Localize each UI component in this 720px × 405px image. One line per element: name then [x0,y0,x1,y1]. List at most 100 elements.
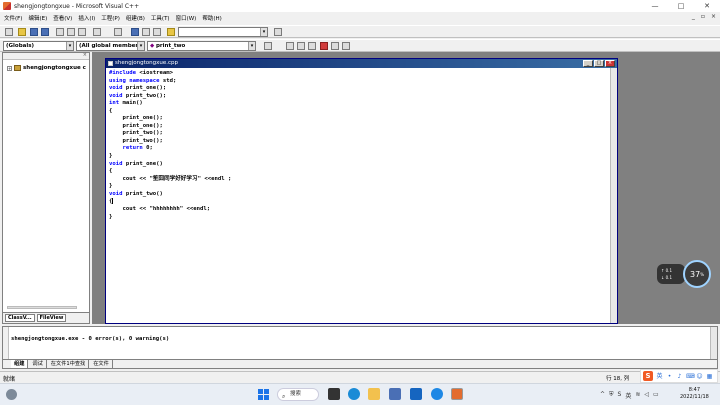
output-icon[interactable] [142,28,150,36]
weather-icon[interactable] [6,389,17,400]
close-icon[interactable]: × [83,52,87,58]
keyboard-icon[interactable]: ⌨ [686,373,695,380]
editor-minimize-button[interactable]: _ [583,60,593,67]
file-explorer-icon[interactable] [368,388,380,400]
build-icon[interactable] [297,42,305,50]
code-line: { [109,168,113,175]
tab-debug[interactable]: 调试 [29,360,47,368]
open-folder-icon[interactable] [18,28,26,36]
tab-fileview[interactable]: FileView [36,314,67,322]
visual-cpp-icon[interactable] [451,388,463,400]
output-gutter [3,327,9,360]
code-line: return 0; [122,145,153,152]
edge-icon[interactable] [348,388,360,400]
app-icon[interactable] [431,388,443,400]
clock[interactable]: 8:47 2022/11/18 [680,387,709,401]
code-line: print_one(); [122,115,163,122]
find-icon[interactable] [274,28,282,36]
text-cursor [112,198,114,205]
compile-icon[interactable] [286,42,294,50]
editor-close-button[interactable]: × [605,60,615,67]
go-icon[interactable] [331,42,339,50]
chinese-mode-icon[interactable]: 英 [656,373,663,380]
chevron-up-icon[interactable]: ^ [600,391,605,400]
menu-project[interactable]: 工程(P) [101,14,120,22]
start-icon[interactable] [258,389,269,400]
editor-maximize-button[interactable]: □ [594,60,604,67]
store-icon[interactable] [389,388,401,400]
window-list-icon[interactable] [153,28,161,36]
cpu-usage-widget[interactable]: 37% [683,260,711,288]
paste-icon[interactable] [78,28,86,36]
menu-window[interactable]: 窗口(W) [176,14,197,22]
taskbar-search[interactable]: ⌕ 搜索 [277,388,319,401]
wizard-action-icon[interactable] [264,42,272,50]
punctuation-icon[interactable]: • [666,373,673,380]
maximize-button[interactable]: □ [668,0,694,12]
menu-build[interactable]: 组建(B) [126,14,145,22]
expand-icon[interactable]: + [7,65,12,71]
execute-icon[interactable] [320,42,328,50]
close-button[interactable]: ✕ [694,0,720,12]
find-combo[interactable]: ▾ [178,27,268,37]
project-tree-item[interactable]: + shengjongtongxue c [7,65,86,71]
copy-icon[interactable] [67,28,75,36]
stop-build-icon[interactable] [308,42,316,50]
workspace-scrollbar[interactable] [7,306,77,309]
menu-view[interactable]: 查看(V) [53,14,72,22]
find-in-files-icon[interactable] [167,28,175,36]
cut-icon[interactable] [56,28,64,36]
class-combo[interactable]: (Globals) ▾ [3,41,74,51]
minimize-button[interactable]: — [642,0,668,12]
menu-tools[interactable]: 工具(T) [151,14,170,22]
volume-icon[interactable]: ◁ [644,391,649,400]
task-view-icon[interactable] [328,388,340,400]
menu-insert[interactable]: 插入(I) [78,14,95,22]
tab-find-in-files-2[interactable]: 在文件 [90,360,113,368]
save-all-icon[interactable] [41,28,49,36]
tab-classview[interactable]: ClassV... [5,314,35,322]
project-icon [14,65,21,71]
cpu-usage-value: 37 [690,269,701,279]
battery-icon[interactable]: ▭ [653,391,659,400]
editor-scrollbar[interactable] [610,68,617,323]
undo-icon[interactable] [93,28,101,36]
menu-file[interactable]: 文件(F) [4,14,22,22]
redo-icon[interactable] [114,28,122,36]
wifi-icon[interactable]: ≋ [635,391,640,400]
microphone-icon[interactable]: ♪ [676,373,683,380]
code-line: cout << "hhhhhhhh" <<endl; [122,206,211,213]
shield-icon[interactable]: ⛨ [609,391,614,400]
members-combo[interactable]: (All global member ▾ [76,41,145,51]
save-icon[interactable] [30,28,38,36]
class-combo-value: (Globals) [6,43,35,49]
mdi-minimize-button[interactable]: _ [692,13,695,20]
code-line: } [109,153,113,160]
ime-toolbar[interactable]: S 英 • ♪ ⌨ ☺ ▦ [640,369,718,383]
menu-help[interactable]: 帮助(H) [202,14,221,22]
chevron-down-icon: ▾ [137,42,144,50]
workspace-icon[interactable] [131,28,139,36]
network-speed-widget[interactable]: ↑ 0.1 ↓ 0.1 [657,264,685,284]
workspace-panel: × + shengjongtongxue c ClassV... FileVie… [2,52,90,324]
breakpoint-icon[interactable] [342,42,350,50]
mdi-restore-button[interactable]: ▫ [701,13,705,20]
menu-edit[interactable]: 编辑(E) [28,14,47,22]
chevron-down-icon: ▾ [248,42,255,50]
skin-icon[interactable]: ☺ [696,373,703,380]
menu-grid-icon[interactable]: ▦ [706,373,713,380]
function-combo[interactable]: ◆ print_two ▾ [147,41,256,51]
mdi-close-button[interactable]: × [711,13,716,20]
editor-title: shengjongtongxue.cpp [115,60,178,66]
ime-tray-icon[interactable]: 英 [625,391,631,400]
new-file-icon[interactable] [5,28,13,36]
sogou-tray-icon[interactable]: S [618,391,622,400]
status-bar: 就绪 行 18, 列 [0,371,720,383]
sogou-ime-icon[interactable]: S [643,371,653,381]
output-scrollbar[interactable] [710,327,717,360]
output-panel: shengjongtongxue.exe - 0 error(s), 0 war… [2,326,718,369]
tab-find-in-files-1[interactable]: 在文件1中查找 [48,360,90,368]
mail-icon[interactable] [410,388,422,400]
tab-build[interactable]: 组建 [11,360,29,368]
code-editor[interactable]: #include <iostream> using namespace std; v… [109,70,231,221]
